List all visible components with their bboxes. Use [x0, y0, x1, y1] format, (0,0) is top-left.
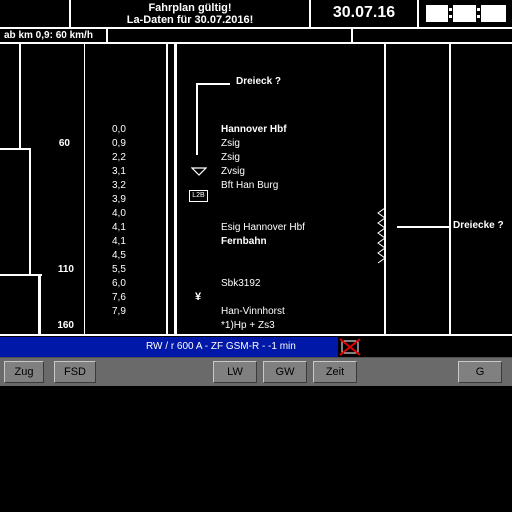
- dreieck-label: Dreieck ?: [236, 76, 282, 87]
- speed-label: 110: [57, 264, 74, 275]
- time-colon: [477, 15, 480, 18]
- km-value: 4,0: [112, 208, 126, 219]
- speed-profile-line: [38, 274, 41, 334]
- divider: [417, 0, 419, 27]
- km-value: 4,1: [112, 222, 126, 233]
- station-name: *1)Hp + Zs3: [221, 320, 275, 331]
- km-value: 4,5: [112, 250, 126, 261]
- km-value: 5,5: [112, 264, 126, 275]
- g-button[interactable]: G: [458, 361, 502, 383]
- speed-profile-line: [19, 44, 21, 148]
- km-value: 3,1: [112, 166, 126, 177]
- time-hours-box: [426, 5, 448, 22]
- km-value: 0,0: [112, 124, 126, 135]
- zeit-button[interactable]: Zeit: [313, 361, 357, 383]
- main-bottom-divider: [0, 334, 512, 336]
- dreiecke-pointer-line: [397, 226, 449, 228]
- station-name: Han-Vinnhorst: [221, 306, 285, 317]
- time-colon: [449, 8, 452, 11]
- station-name: Hannover Hbf: [221, 124, 287, 135]
- speed-profile-line: [0, 148, 31, 150]
- dreieck-pointer-line: [196, 83, 230, 85]
- km-value: 3,2: [112, 180, 126, 191]
- header-divider: [0, 27, 512, 29]
- km-value: 2,2: [112, 152, 126, 163]
- status-line-1: Fahrplan gültig!: [148, 2, 232, 14]
- gsmr-disabled-icon: [339, 338, 361, 356]
- station-name: Fernbahn: [221, 236, 267, 247]
- km-value: 7,6: [112, 292, 126, 303]
- km-value: 6,0: [112, 278, 126, 289]
- date-display: 30.07.16: [332, 4, 396, 21]
- km-value: 4,1: [112, 236, 126, 247]
- speed-label: 160: [57, 320, 74, 331]
- info-bar: RW / r 600 A - ZF GSM-R - -1 min: [0, 337, 338, 357]
- info-bar-text: RW / r 600 A - ZF GSM-R - -1 min: [146, 341, 296, 352]
- gw-button[interactable]: GW: [263, 361, 307, 383]
- station-name: Bft Han Burg: [221, 180, 279, 191]
- lw-button[interactable]: LW: [213, 361, 257, 383]
- time-colon: [477, 8, 480, 11]
- divider: [351, 29, 353, 42]
- divider: [106, 29, 108, 42]
- dreieck-pointer-line: [196, 83, 198, 155]
- speed-label: 60: [58, 138, 70, 149]
- station-name: Zsig: [221, 138, 240, 149]
- dreiecke-label: Dreiecke ?: [453, 220, 504, 231]
- divider: [166, 44, 168, 334]
- km-value: 3,9: [112, 194, 126, 205]
- speed-notice: ab km 0,9: 60 km/h: [4, 30, 93, 41]
- divider: [449, 44, 451, 334]
- station-name: Zsig: [221, 152, 240, 163]
- notice-divider: [0, 42, 512, 44]
- zug-button[interactable]: Zug: [4, 361, 44, 383]
- speed-profile-line: [0, 274, 42, 276]
- yen-symbol-icon: ¥: [195, 291, 202, 303]
- station-name: Zvsig: [221, 166, 245, 177]
- divider: [84, 44, 85, 334]
- station-name: Esig Hannover Hbf: [221, 222, 305, 233]
- lzb-sign-icon: L2B: [189, 190, 208, 202]
- zigzag-marker-icon: [377, 207, 386, 264]
- km-value: 7,9: [112, 306, 126, 317]
- track-line: [174, 44, 177, 334]
- time-colon: [449, 15, 452, 18]
- time-seconds-box: [481, 5, 506, 22]
- status-line-2: La-Daten für 30.07.2016!: [126, 14, 254, 26]
- speed-profile-line: [29, 148, 31, 274]
- station-name: Sbk3192: [221, 278, 261, 289]
- km-value: 0,9: [112, 138, 126, 149]
- time-minutes-box: [453, 5, 476, 22]
- triangle-down-icon: [191, 167, 207, 176]
- fsd-button[interactable]: FSD: [54, 361, 96, 383]
- divider: [384, 44, 386, 334]
